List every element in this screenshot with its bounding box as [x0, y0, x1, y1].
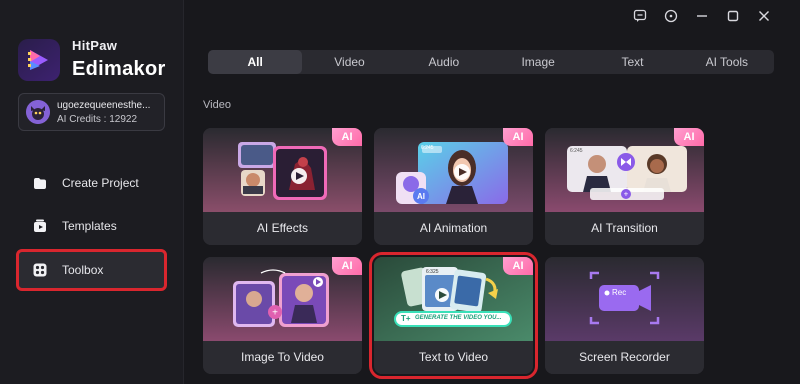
svg-text:+: +: [624, 190, 629, 199]
nav-templates[interactable]: Templates: [18, 207, 165, 245]
tool-card-ai-transition[interactable]: + 6:245 AI AI Transition: [545, 128, 704, 245]
feedback-icon[interactable]: [632, 8, 648, 24]
svg-text:+: +: [272, 308, 278, 319]
window-controls: [617, 8, 772, 24]
tool-card-ai-effects[interactable]: AI AI Effects: [203, 128, 362, 245]
screen-recorder-thumbnail: [545, 257, 704, 341]
info-icon[interactable]: [663, 8, 679, 24]
tab-text[interactable]: Text: [585, 50, 679, 74]
card-label: AI Effects: [203, 212, 362, 245]
avatar: [26, 100, 50, 124]
rec-label: Rec: [612, 288, 627, 297]
user-account-card[interactable]: ugoezequeenesthe... AI Credits : 12922: [18, 93, 165, 131]
tool-card-text-to-video[interactable]: 6:325 T+ GENERATE THE VIDEO YOU... AI Te…: [369, 252, 538, 379]
thumb-time: 6:245: [421, 145, 434, 151]
tab-audio[interactable]: Audio: [397, 50, 491, 74]
thumb-time: 6:325: [426, 269, 439, 275]
user-name: ugoezequeenesthe...: [57, 99, 151, 111]
nav-label: Toolbox: [62, 263, 104, 277]
card-label: Text to Video: [374, 341, 533, 374]
tool-card-image-to-video[interactable]: + AI Image To Video: [203, 257, 362, 374]
edimakor-logo-icon: [18, 38, 60, 81]
nav-toolbox[interactable]: Toolbox: [16, 249, 167, 291]
minimize-icon[interactable]: [694, 8, 710, 24]
ai-credits: AI Credits : 12922: [57, 113, 138, 125]
text-prompt-icon: T+: [401, 314, 411, 323]
prompt-text: GENERATE THE VIDEO YOU...: [415, 315, 502, 321]
thumb-time: 6:245: [570, 148, 583, 154]
templates-icon: [32, 218, 48, 234]
app-logo-block: HitPaw Edimakor: [18, 38, 166, 81]
brand-product: Edimakor: [72, 58, 166, 80]
tool-card-ai-animation[interactable]: AI 6:245 AI AI Animation: [374, 128, 533, 245]
card-label: AI Transition: [545, 212, 704, 245]
nav-label: Create Project: [62, 176, 139, 190]
tab-ai-tools[interactable]: AI Tools: [680, 50, 774, 74]
svg-text:AI: AI: [417, 192, 425, 201]
tab-all[interactable]: All: [208, 50, 303, 74]
ai-badge: AI: [503, 257, 533, 275]
category-tabs: All Video Audio Image Text AI Tools: [208, 50, 774, 74]
toolbox-icon: [32, 262, 48, 278]
sidebar: HitPaw Edimakor ugoezequeenesthe... AI C…: [0, 0, 184, 384]
card-label: AI Animation: [374, 212, 533, 245]
nav-create-project[interactable]: Create Project: [18, 164, 165, 202]
card-label: Screen Recorder: [545, 341, 704, 374]
brand-company: HitPaw: [72, 38, 118, 53]
section-title: Video: [203, 99, 231, 111]
close-icon[interactable]: [756, 8, 772, 24]
ai-badge: AI: [674, 128, 704, 146]
ai-badge: AI: [332, 128, 362, 146]
card-label: Image To Video: [203, 341, 362, 374]
tool-card-screen-recorder[interactable]: Rec Screen Recorder: [545, 257, 704, 374]
ai-badge: AI: [332, 257, 362, 275]
tab-video[interactable]: Video: [302, 50, 396, 74]
tab-image[interactable]: Image: [491, 50, 585, 74]
maximize-icon[interactable]: [725, 8, 741, 24]
ai-badge: AI: [503, 128, 533, 146]
folder-icon: [32, 175, 48, 191]
nav-label: Templates: [62, 219, 117, 233]
